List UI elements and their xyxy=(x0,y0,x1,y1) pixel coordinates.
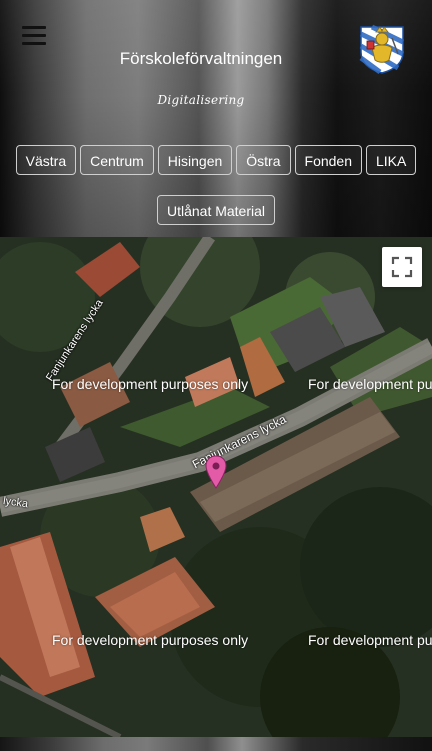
menu-bar-top xyxy=(22,26,46,29)
map-watermark: For development purposes only xyxy=(308,632,432,648)
nav-button-utlanat-material[interactable]: Utlånat Material xyxy=(156,195,276,225)
fullscreen-button[interactable] xyxy=(382,247,422,287)
app-header: Förskoleförvaltningen Digitalisering Väs… xyxy=(0,0,432,237)
nav-button-hisingen[interactable]: Hisingen xyxy=(157,145,233,175)
nav-button-centrum[interactable]: Centrum xyxy=(80,145,154,175)
nav-button-ostra[interactable]: Östra xyxy=(236,145,291,175)
page-footer xyxy=(0,737,432,751)
map-watermark: For development purposes only xyxy=(52,376,249,392)
page-subtitle: Digitalisering xyxy=(157,93,245,107)
nav-button-fonden[interactable]: Fonden xyxy=(294,145,362,175)
menu-bar-middle xyxy=(22,34,46,37)
nav-button-lika[interactable]: LIKA xyxy=(366,145,417,175)
menu-bar-bottom xyxy=(22,42,46,45)
nav-row-break xyxy=(0,179,432,191)
page-title: Förskoleförvaltningen xyxy=(119,49,283,68)
map-watermark: For development purposes only xyxy=(52,632,249,648)
map-pin-icon[interactable] xyxy=(205,455,227,489)
map-watermark: For development purposes only xyxy=(308,376,432,392)
nav-button-vastra[interactable]: Västra xyxy=(15,145,77,175)
menu-button[interactable] xyxy=(22,26,46,50)
satellite-map[interactable]: Fanjunkarens lycka Fanjunkarens lycka ly… xyxy=(0,237,432,737)
region-nav: Västra Centrum Hisingen Östra Fonden LIK… xyxy=(0,145,432,225)
gothenburg-coat-of-arms-icon[interactable] xyxy=(358,24,406,74)
fullscreen-icon xyxy=(391,256,413,278)
